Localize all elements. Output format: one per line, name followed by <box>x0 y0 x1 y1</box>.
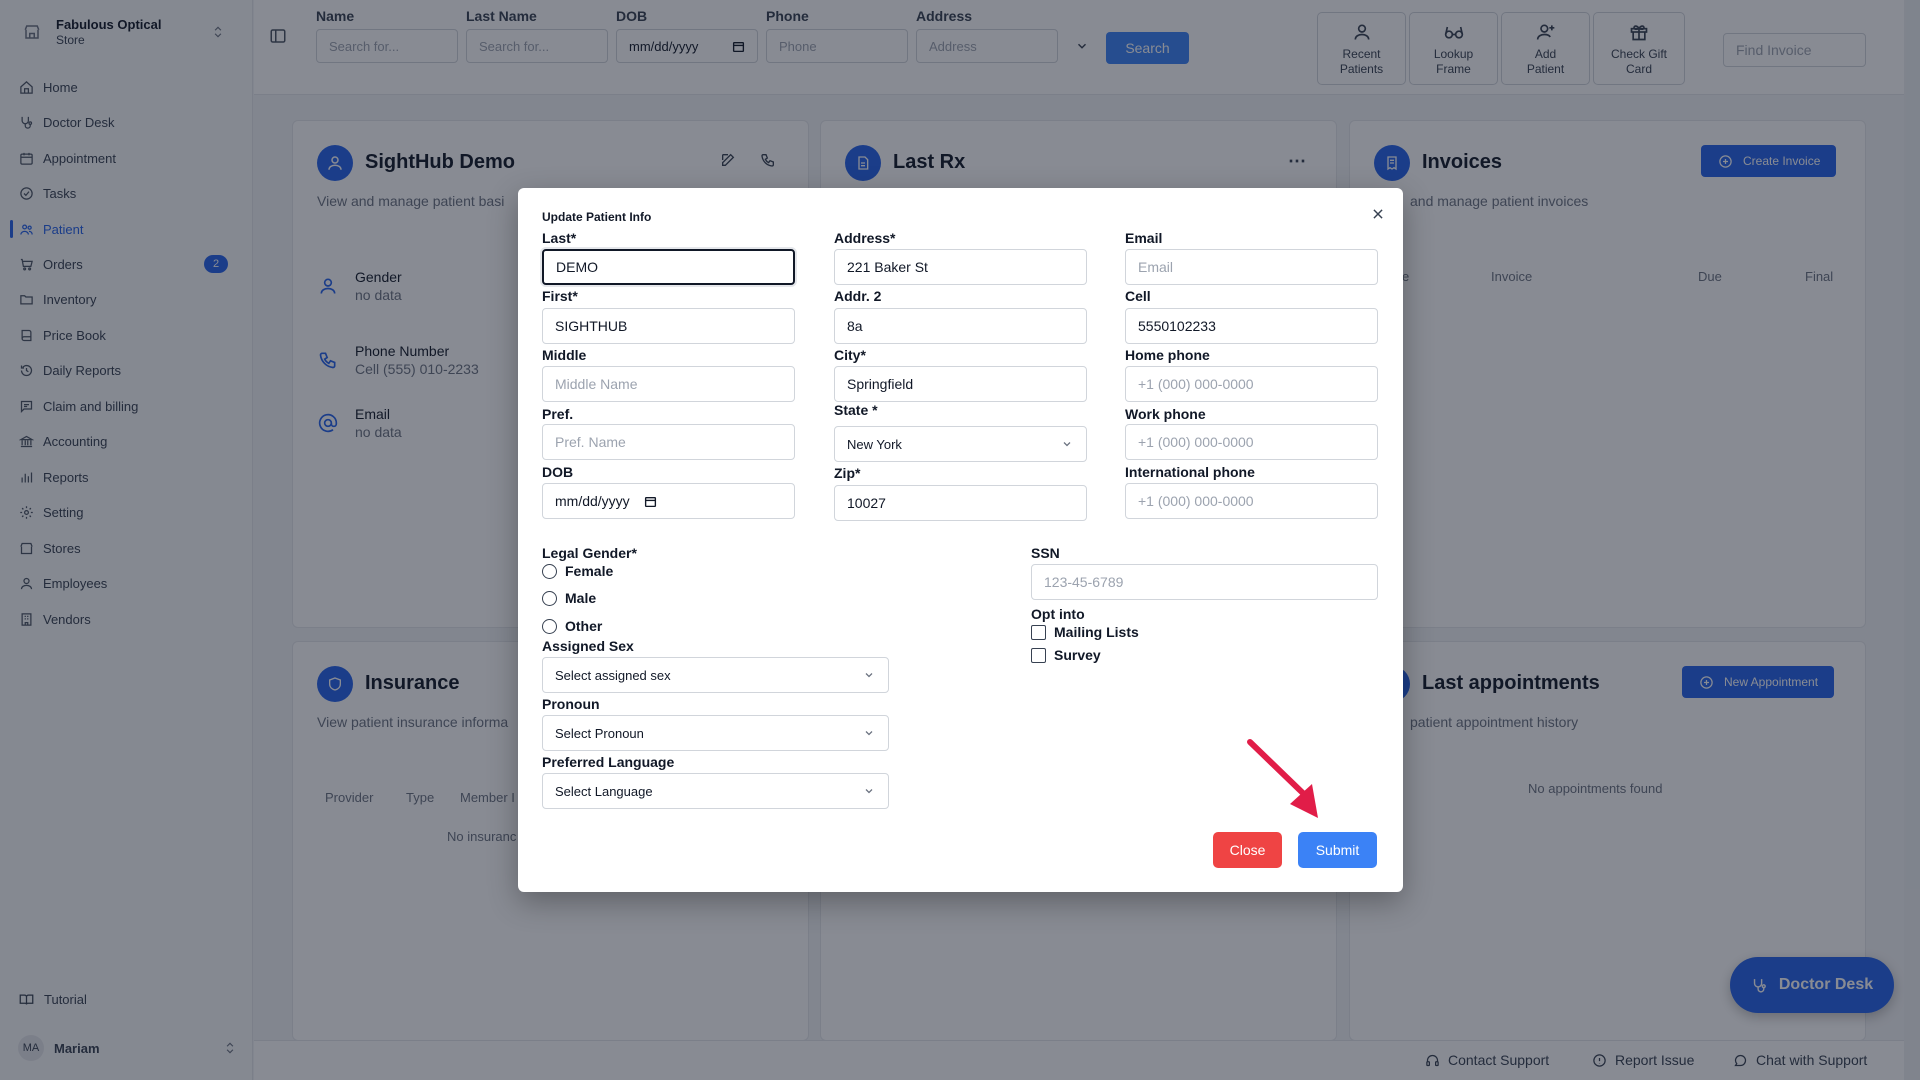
language-select[interactable]: Select Language <box>542 773 889 809</box>
address-input[interactable]: 221 Baker St <box>834 249 1087 285</box>
home-phone-label: Home phone <box>1125 347 1210 363</box>
city-label: City* <box>834 347 866 363</box>
mailing-lists-checkbox[interactable]: Mailing Lists <box>1031 624 1139 640</box>
dob-value: mm/dd/yyyy <box>555 493 630 509</box>
pref-name-input[interactable]: Pref. Name <box>542 424 795 460</box>
middle-name-input[interactable]: Middle Name <box>542 366 795 402</box>
modal-title: Update Patient Info <box>542 210 652 224</box>
close-icon[interactable] <box>1370 206 1386 222</box>
dob-input[interactable]: mm/dd/yyyy <box>542 483 795 519</box>
radio-label: Female <box>565 563 614 579</box>
email-input[interactable]: Email <box>1125 249 1378 285</box>
last-name-input[interactable]: DEMO <box>542 249 795 285</box>
gender-radio-other[interactable]: Other <box>542 618 602 634</box>
radio-label: Other <box>565 618 603 634</box>
intl-phone-input[interactable]: +1 (000) 000-0000 <box>1125 483 1378 519</box>
last-name-label: Last* <box>542 230 577 246</box>
radio-label: Male <box>565 590 597 606</box>
chevron-down-icon <box>862 668 876 682</box>
checkbox-box <box>1031 624 1046 640</box>
radio-circle <box>542 590 557 606</box>
language-label: Preferred Language <box>542 754 675 770</box>
city-input[interactable]: Springfield <box>834 366 1087 402</box>
address-label: Address* <box>834 230 896 246</box>
middle-name-label: Middle <box>542 347 587 363</box>
assigned-sex-label: Assigned Sex <box>542 638 634 654</box>
home-phone-input[interactable]: +1 (000) 000-0000 <box>1125 366 1378 402</box>
cell-input[interactable]: 5550102233 <box>1125 308 1378 344</box>
survey-checkbox[interactable]: Survey <box>1031 647 1101 663</box>
work-phone-label: Work phone <box>1125 406 1206 422</box>
address2-input[interactable]: 8a <box>834 308 1087 344</box>
first-name-input[interactable]: SIGHTHUB <box>542 308 795 344</box>
chevron-down-icon <box>1060 437 1074 451</box>
checkbox-label: Mailing Lists <box>1054 624 1139 640</box>
pronoun-value: Select Pronoun <box>555 725 644 741</box>
checkbox-label: Survey <box>1054 647 1101 663</box>
zip-label: Zip* <box>834 465 861 481</box>
work-phone-input[interactable]: +1 (000) 000-0000 <box>1125 424 1378 460</box>
address2-label: Addr. 2 <box>834 288 882 304</box>
ssn-input[interactable]: 123-45-6789 <box>1031 564 1378 600</box>
checkbox-box <box>1031 647 1046 663</box>
state-label: State * <box>834 402 878 418</box>
email-label: Email <box>1125 230 1163 246</box>
dob-label: DOB <box>542 464 574 480</box>
state-value: New York <box>847 436 902 452</box>
radio-circle <box>542 618 557 634</box>
opt-into-label: Opt into <box>1031 606 1085 622</box>
gender-radio-male[interactable]: Male <box>542 590 596 606</box>
language-value: Select Language <box>555 783 653 799</box>
cell-label: Cell <box>1125 288 1151 304</box>
radio-circle <box>542 563 557 579</box>
assigned-sex-value: Select assigned sex <box>555 667 671 683</box>
pronoun-label: Pronoun <box>542 696 600 712</box>
intl-phone-label: International phone <box>1125 464 1255 480</box>
annotation-arrow-icon <box>1247 739 1318 818</box>
ssn-label: SSN <box>1031 545 1060 561</box>
calendar-icon[interactable] <box>644 494 658 508</box>
gender-radio-female[interactable]: Female <box>542 563 613 579</box>
pref-name-label: Pref. <box>542 406 574 422</box>
first-name-label: First* <box>542 288 578 304</box>
zip-input[interactable]: 10027 <box>834 485 1087 521</box>
pronoun-select[interactable]: Select Pronoun <box>542 715 889 751</box>
chevron-down-icon <box>862 784 876 798</box>
submit-button[interactable]: Submit <box>1298 832 1377 868</box>
assigned-sex-select[interactable]: Select assigned sex <box>542 657 889 693</box>
chevron-down-icon <box>862 726 876 740</box>
close-button[interactable]: Close <box>1213 832 1282 868</box>
state-select[interactable]: New York <box>834 426 1087 462</box>
legal-gender-label: Legal Gender* <box>542 545 637 561</box>
